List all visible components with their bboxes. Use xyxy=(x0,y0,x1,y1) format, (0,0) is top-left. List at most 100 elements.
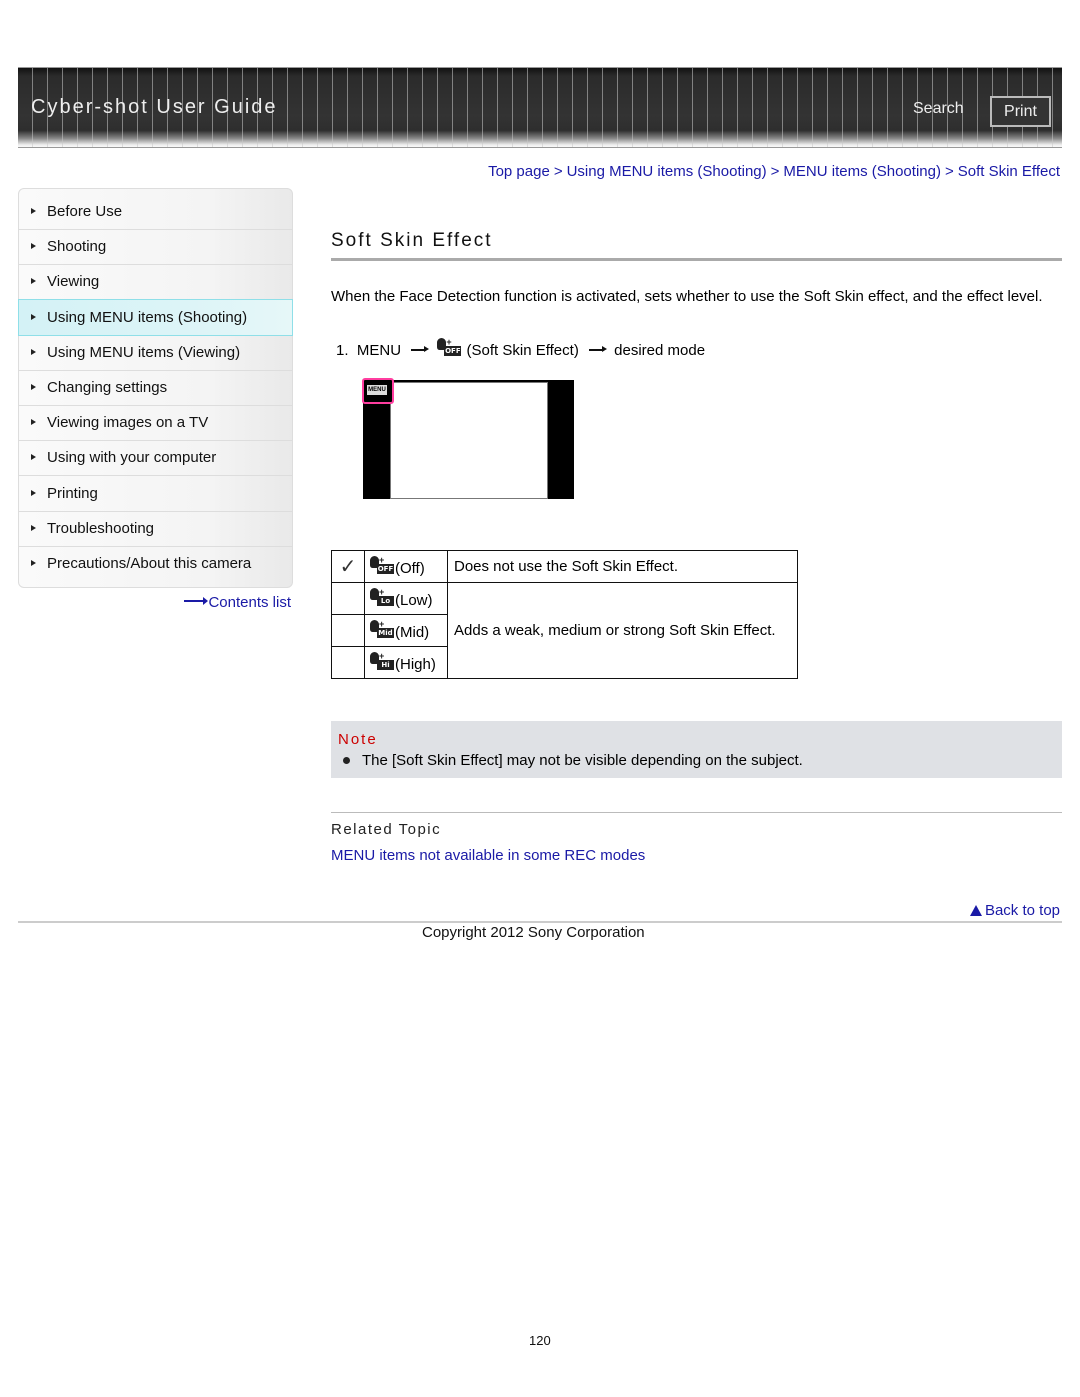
sidebar-item-label: Using MENU items (Viewing) xyxy=(47,344,241,361)
default-check-cell: ✓ xyxy=(331,550,365,583)
option-label: (Off) xyxy=(395,560,425,577)
sidebar-item-viewing-on-tv[interactable]: Viewing images on a TV xyxy=(19,405,292,441)
screen-display-area xyxy=(390,382,548,499)
page-title: Soft Skin Effect xyxy=(331,230,493,251)
triangle-up-icon xyxy=(969,905,982,916)
default-check-cell xyxy=(331,582,365,615)
caret-right-icon xyxy=(31,419,36,425)
bullet-icon xyxy=(343,757,350,764)
step-item-label: (Soft Skin Effect) xyxy=(466,342,579,359)
sidebar-item-label: Viewing xyxy=(47,273,100,290)
breadcrumb: Top page > Using MENU items (Shooting) > MEN… xyxy=(488,163,1060,180)
sidebar-item-label: Changing settings xyxy=(47,379,168,396)
breadcrumb-menu-items-shooting[interactable]: MENU items (Shooting) xyxy=(783,163,941,180)
sidebar-item-label: Precautions/About this camera xyxy=(47,555,252,572)
default-check-cell xyxy=(331,646,365,679)
option-description: Does not use the Soft Skin Effect. xyxy=(447,550,798,583)
caret-right-icon xyxy=(31,490,36,496)
soft-skin-off-icon: + OFF xyxy=(369,556,395,575)
sidebar-item-viewing[interactable]: Viewing xyxy=(19,264,292,300)
sidebar-item-shooting[interactable]: Shooting xyxy=(19,229,292,265)
arrow-right-icon xyxy=(411,347,430,352)
sidebar-item-label: Printing xyxy=(47,485,98,502)
step-target-label: desired mode xyxy=(614,342,706,359)
note-title: Note xyxy=(338,731,378,748)
table-row: + Lo (Low) Adds a weak, medium or strong S… xyxy=(331,582,798,679)
breadcrumb-using-menu-shooting[interactable]: Using MENU items (Shooting) xyxy=(567,163,767,180)
header-divider xyxy=(18,147,1062,148)
option-cell: + OFF (Off) xyxy=(364,550,448,583)
option-label: (High) xyxy=(395,656,436,673)
copyright-text: Copyright 2012 Sony Corporation xyxy=(422,924,645,941)
option-label: (Mid) xyxy=(395,624,430,641)
sidebar-item-label: Before Use xyxy=(47,203,123,220)
footer-divider xyxy=(18,921,1062,923)
caret-right-icon xyxy=(31,384,36,390)
breadcrumb-soft-skin-effect[interactable]: Soft Skin Effect xyxy=(958,163,1060,180)
note-box: Note The [Soft Skin Effect] may not be v… xyxy=(331,721,1062,778)
arrow-right-icon xyxy=(588,347,607,352)
sidebar-item-printing[interactable]: Printing xyxy=(19,476,292,512)
page-number: 120 xyxy=(529,1333,551,1348)
caret-right-icon xyxy=(31,560,36,566)
checkmark-icon: ✓ xyxy=(339,556,357,578)
related-topic-link[interactable]: MENU items not available in some REC mod… xyxy=(331,847,645,864)
option-cell: + Mid (Mid) xyxy=(364,614,448,647)
contents-list-link[interactable]: Contents list xyxy=(184,594,291,611)
related-divider xyxy=(331,812,1062,813)
back-to-top-link[interactable]: Back to top xyxy=(969,902,1060,919)
search-button[interactable]: Search xyxy=(913,100,964,118)
caret-right-icon xyxy=(31,243,36,249)
caret-right-icon xyxy=(31,454,36,460)
note-text: The [Soft Skin Effect] may not be visibl… xyxy=(362,752,803,769)
default-check-cell xyxy=(331,614,365,647)
menu-icon: MENU xyxy=(367,385,387,395)
sidebar-item-label: Viewing images on a TV xyxy=(47,414,209,431)
sidebar-item-using-with-computer[interactable]: Using with your computer xyxy=(19,440,292,476)
sidebar-item-label: Using with your computer xyxy=(47,449,217,466)
soft-skin-low-icon: + Lo xyxy=(369,588,395,607)
option-description: Adds a weak, medium or strong Soft Skin … xyxy=(447,582,798,679)
sidebar-nav: Before Use Shooting Viewing Using MENU i… xyxy=(18,188,293,588)
caret-right-icon xyxy=(31,349,36,355)
option-label: (Low) xyxy=(395,592,433,609)
step-instruction: 1. MENU + OFF (Soft Skin Effect) desired … xyxy=(336,338,706,360)
table-row: ✓ + OFF (Off) Does not use the Soft Skin E… xyxy=(331,550,798,583)
menu-button-highlight: MENU xyxy=(362,378,394,404)
sidebar-item-before-use[interactable]: Before Use xyxy=(19,194,292,230)
caret-right-icon xyxy=(31,525,36,531)
option-cell: + Lo (Low) xyxy=(364,582,448,615)
title-divider xyxy=(331,258,1062,261)
sidebar-item-label: Troubleshooting xyxy=(47,520,155,537)
print-button[interactable]: Print xyxy=(990,96,1051,127)
app-title: Cyber-shot User Guide xyxy=(31,96,278,118)
breadcrumb-separator: > xyxy=(770,163,780,180)
soft-skin-mid-icon: + Mid xyxy=(369,620,395,639)
option-cell: + Hi (High) xyxy=(364,646,448,679)
sidebar-item-changing-settings[interactable]: Changing settings xyxy=(19,370,292,406)
back-to-top-label: Back to top xyxy=(984,902,1060,919)
sidebar-item-label: Shooting xyxy=(47,238,107,255)
caret-right-icon xyxy=(31,278,36,284)
soft-skin-off-icon: + OFF xyxy=(436,338,462,357)
sidebar-item-using-menu-shooting[interactable]: Using MENU items (Shooting) xyxy=(18,299,293,336)
related-topic-title: Related Topic xyxy=(331,821,442,838)
arrow-right-icon xyxy=(184,597,209,606)
step-number: 1. xyxy=(336,342,349,359)
breadcrumb-separator: > xyxy=(553,163,563,180)
camera-screen-illustration: MENU xyxy=(362,378,574,499)
header-banner: Cyber-shot User Guide Search Print xyxy=(18,67,1062,148)
soft-skin-high-icon: + Hi xyxy=(369,652,395,671)
intro-text: When the Face Detection function is acti… xyxy=(331,288,1043,305)
caret-right-icon xyxy=(31,208,36,214)
options-table: ✓ + OFF (Off) Does not use the Soft Skin E… xyxy=(331,550,798,679)
caret-right-icon xyxy=(31,314,36,320)
sidebar-item-precautions[interactable]: Precautions/About this camera xyxy=(19,546,292,581)
step-menu-label: MENU xyxy=(356,342,402,359)
sidebar-item-troubleshooting[interactable]: Troubleshooting xyxy=(19,511,292,547)
contents-list-label: Contents list xyxy=(208,594,291,611)
breadcrumb-separator: > xyxy=(944,163,954,180)
sidebar-item-using-menu-viewing[interactable]: Using MENU items (Viewing) xyxy=(19,335,292,371)
breadcrumb-top-page[interactable]: Top page xyxy=(488,163,550,180)
sidebar-item-label: Using MENU items (Shooting) xyxy=(47,309,248,326)
